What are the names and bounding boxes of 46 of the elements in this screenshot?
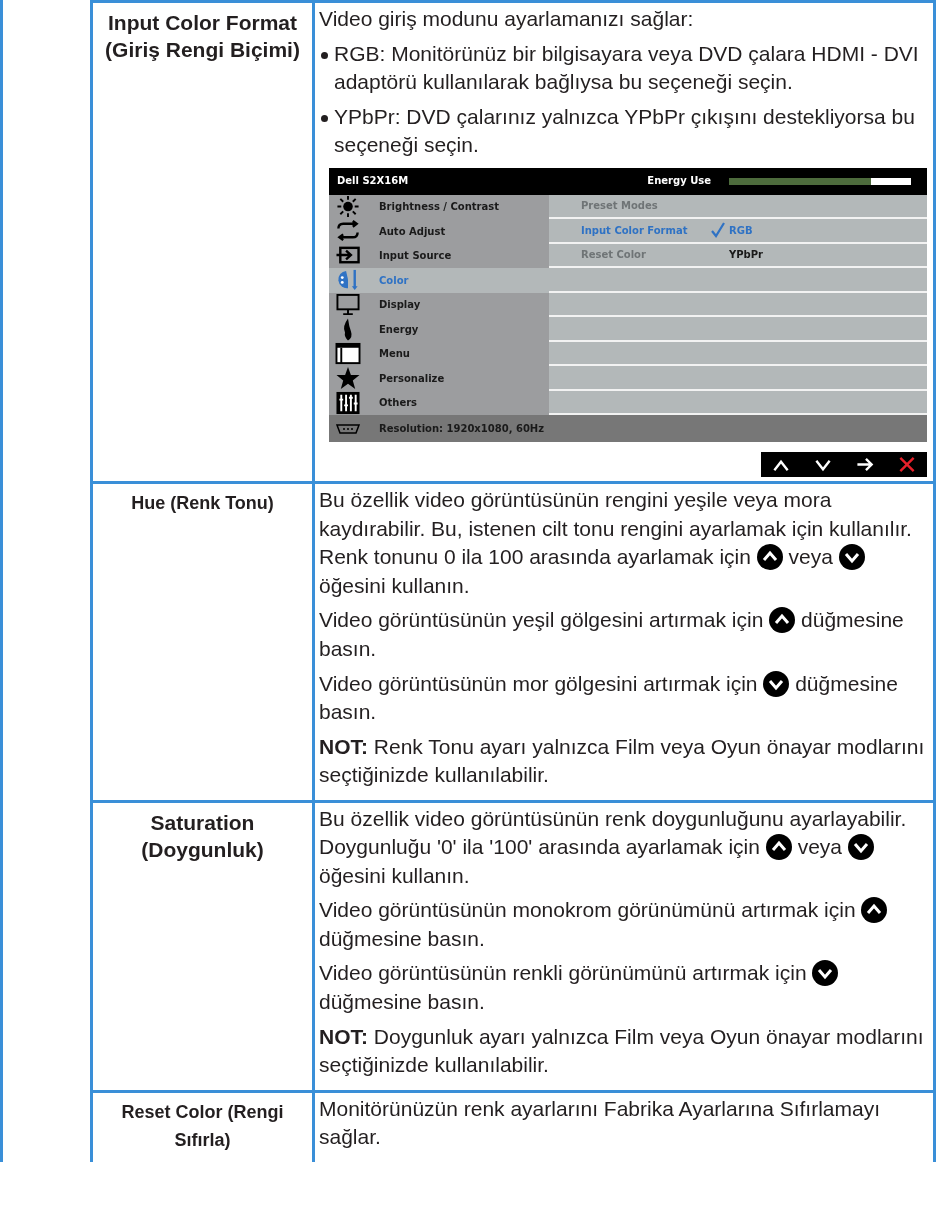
check-icon [711,222,725,239]
menu-item[interactable]: Input Source [329,243,549,269]
paragraph: Video giriş modunu ayarlamanızı sağlar: [319,6,695,32]
menu-item[interactable]: Energy [329,317,549,342]
bullet-icon [321,51,328,59]
sliders-icon [335,391,361,415]
menu-item[interactable]: Display [329,292,549,318]
paragraph: Bu özellik video görüntüsünün renk doygunluğunu ayarlayabilir. Doygunluğu '0' ila '100' arasında ayarlamak için veya öğesini kullanın. [319,805,908,889]
paragraph: Video görüntüsünün monokrom görünümünü artırmak için düğmesine basın. [319,896,929,954]
up-button-icon [861,897,888,924]
star-icon [335,366,361,391]
menu-item[interactable]: Others [329,390,549,416]
monitor-icon [335,293,361,317]
row-label: Hue (Renk Tonu) [131,492,274,516]
up-button-icon [756,544,783,571]
flame-icon [342,318,354,341]
row-label: Saturation (Doygunluk) [140,809,265,863]
connector-icon [335,422,361,435]
menu-item[interactable]: Brightness / Contrast [329,194,549,220]
row-label: Input Color Format (Giriş Rengi Biçimi) [104,10,301,64]
menu-item[interactable]: Personalize [329,366,549,391]
menu-item[interactable]: Auto Adjust [329,219,549,244]
osd-title: Dell S2X16M [337,174,409,189]
energy-label: Energy Use [647,174,711,189]
paragraph: NOT: Renk Tonu ayarı yalnızca Film veya Oyun önayar modlarını seçtiğinizde kullanılabilir. [319,733,926,789]
down-button-icon [847,834,874,861]
bullet-text: YPbPr: DVD çalarınız yalnızca YPbPr çıkışını destekliyorsa bu seçeneği seçin. [334,103,916,159]
down-button-icon [838,544,865,571]
down-button-icon [812,960,839,987]
arrows-icon [335,219,361,244]
up-button-icon [769,607,796,634]
paragraph: Video görüntüsünün yeşil gölgesini artırmak için düğmesine basın. [319,606,905,662]
bullet-text: RGB: Monitörünüz bir bilgisayara veya DVD çalara HDMI - DVI adaptörü kullanılarak bağlıysa bu seçeneği seçin. [334,40,920,96]
resolution-text: Resolution: 1920x1080, 60Hz [379,421,545,436]
close-button[interactable] [897,455,917,475]
paragraph: Bu özellik video görüntüsünün rengini yeşile veya mora kaydırabilir. Bu, istenen cilt tonu rengini ayarlamak için kullanılır. Renk tonunu 0 ila 100 arasında ayarlamak için veya öğesini kullanın. [319,487,913,599]
bullet-icon [321,114,328,122]
paragraph: Video görüntüsünün mor gölgesini artırmak için düğmesine basın. [319,669,899,726]
window-icon [335,342,361,366]
paragraph: Monitörünüzün renk ayarlarını Fabrika Ayarlarına Sıfırlamayı sağlar. [319,1095,882,1151]
menu-item[interactable]: Menu [329,341,549,367]
row-label: Reset Color (Rengi Sıfırla) [120,1100,285,1152]
paragraph: NOT: Doygunluk ayarı yalnızca Film veya Oyun önayar modlarını seçtiğinizde kullanılabilir. [319,1023,925,1079]
paragraph: Video görüntüsünün renkli görünümünü artırmak için düğmesine basın. [319,959,929,1017]
up-button-icon [765,834,792,861]
down-button-icon [763,670,790,697]
